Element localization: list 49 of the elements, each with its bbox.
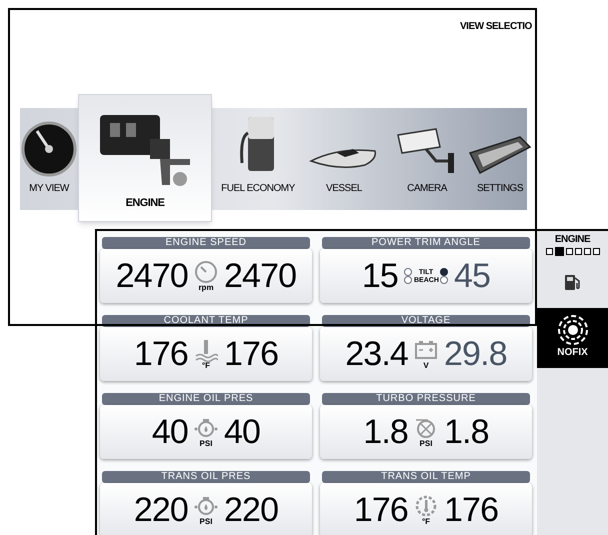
gauge-value: 15 <box>362 259 398 293</box>
gauge-value: 40 <box>152 415 188 449</box>
view-tab[interactable]: FUEL ECONOMY <box>212 108 304 210</box>
gear-thermometer-icon <box>414 494 438 518</box>
page-label: ENGINE <box>554 235 590 245</box>
gauge-value: 1.8 <box>363 415 408 449</box>
speedometer-icon <box>194 260 218 284</box>
gps-status: NOFIX <box>557 348 588 358</box>
thermometer-icon <box>194 338 218 362</box>
target-icon <box>556 314 588 346</box>
view-tab[interactable]: CAMERA <box>384 108 470 210</box>
view-tab[interactable]: VESSEL <box>304 108 384 210</box>
gauge-value: 176 <box>224 337 278 371</box>
battery-icon <box>414 338 438 362</box>
control-panel-icon <box>468 133 532 177</box>
oil-pressure-icon <box>194 416 218 440</box>
gauge-value: 29.8 <box>444 337 507 371</box>
oil-pressure-icon <box>194 494 218 518</box>
unit-label: rpm <box>198 284 214 292</box>
gauge-title: TRANS OIL TEMP <box>322 471 530 483</box>
unit-label: PSI <box>200 518 212 526</box>
unit-label: V <box>423 362 429 370</box>
unit-label: PSI <box>420 440 432 448</box>
view-selection-title: VIEW SELECTIO <box>460 20 532 34</box>
view-tab[interactable]: MY VIEW <box>20 108 78 210</box>
gauge-value: 2470 <box>224 259 296 293</box>
gauge-value: 40 <box>224 415 260 449</box>
unit-label: °F <box>202 362 210 370</box>
gauge-icon <box>21 121 77 177</box>
fuel-pump-icon[interactable] <box>562 272 582 292</box>
gauge-title: POWER TRIM ANGLE <box>322 237 530 249</box>
gauge-value: 23.4 <box>345 337 408 371</box>
view-tab[interactable]: SETTINGS <box>470 108 530 210</box>
gauge-value: 176 <box>134 337 188 371</box>
gauge-value: 220 <box>224 493 278 527</box>
gauge-title: ENGINE OIL PRES <box>102 393 310 405</box>
unit-label: °F <box>422 518 430 526</box>
gauge-value: 45 <box>454 259 490 293</box>
gauge-title: TRANS OIL PRES <box>102 471 310 483</box>
gauge-value: 2470 <box>116 259 188 293</box>
gauge-value: 176 <box>444 493 498 527</box>
gauge-title: TURBO PRESSURE <box>322 393 530 405</box>
unit-label: PSI <box>200 440 212 448</box>
gauge-value: 220 <box>134 493 188 527</box>
gauge-value: 1.8 <box>444 415 489 449</box>
gps-status-panel[interactable]: NOFIX <box>537 308 608 368</box>
gauge-value: 176 <box>354 493 408 527</box>
gauge-title: ENGINE SPEED <box>102 237 310 249</box>
view-tab[interactable]: ENGINE <box>78 94 212 222</box>
